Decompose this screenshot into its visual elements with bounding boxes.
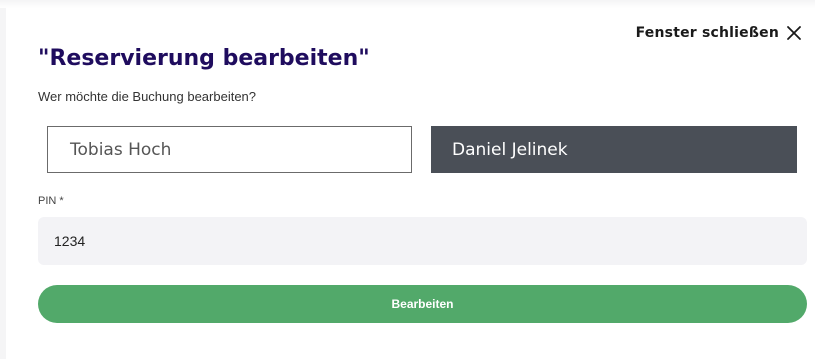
pin-input[interactable]	[38, 217, 807, 265]
person-option-daniel-jelinek[interactable]: Daniel Jelinek	[431, 126, 797, 173]
person-option-tobias-hoch[interactable]: Tobias Hoch	[47, 126, 412, 173]
left-edge-divider	[0, 0, 6, 359]
pin-label: PIN *	[38, 195, 64, 207]
dialog-title: "Reservierung bearbeiten"	[38, 46, 370, 71]
top-edge-shadow	[0, 0, 815, 8]
close-window-label: Fenster schließen	[635, 25, 779, 41]
dialog-subtitle: Wer möchte die Buchung bearbeiten?	[38, 89, 257, 104]
edit-reservation-dialog: Fenster schließen "Reservierung bearbeit…	[0, 0, 815, 359]
bearbeiten-button[interactable]: Bearbeiten	[38, 285, 807, 323]
close-icon[interactable]	[785, 24, 803, 42]
close-window-button[interactable]: Fenster schließen	[636, 24, 803, 42]
